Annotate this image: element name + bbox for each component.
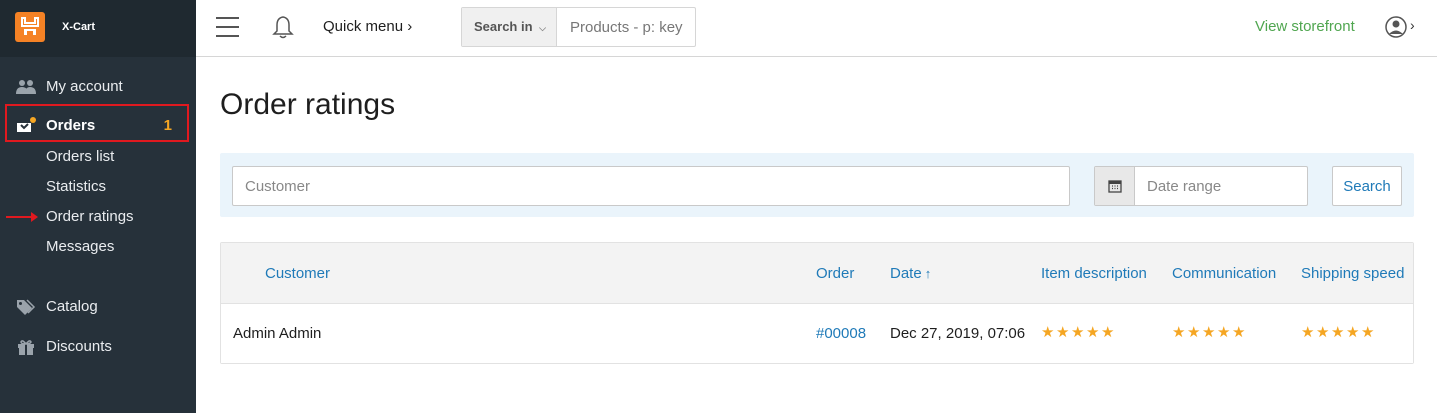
xcart-logo[interactable] — [15, 12, 45, 42]
gift-icon — [18, 340, 34, 355]
sidebar-subitem-messages[interactable]: Messages — [46, 238, 114, 255]
star-icon: ★ — [1056, 324, 1070, 341]
cell-order-link[interactable]: #00008 — [816, 325, 866, 342]
chevron-down-icon: ⌵ — [539, 23, 546, 33]
star-icon: ★ — [1202, 324, 1216, 341]
search-input[interactable]: Products - p: key — [570, 19, 683, 36]
sidebar-item-label: Discounts — [46, 338, 112, 355]
page-title: Order ratings — [220, 88, 396, 121]
cart-logo-icon — [21, 17, 39, 35]
column-header-date[interactable]: Date ↑ — [890, 265, 931, 282]
column-header-customer[interactable]: Customer — [265, 265, 330, 282]
menu-toggle-icon[interactable] — [216, 17, 239, 37]
top-bar: Quick menu › Search in ⌵ Products - p: ke… — [196, 0, 1437, 57]
quick-menu-label: Quick menu — [323, 18, 404, 35]
shipping-speed-rating: ★ ★ ★ ★ ★ — [1301, 324, 1375, 341]
star-icon: ★ — [1346, 324, 1360, 341]
current-page-arrow-icon — [6, 212, 38, 222]
communication-rating: ★ ★ ★ ★ ★ — [1172, 324, 1246, 341]
sidebar-item-my-account[interactable]: My account — [0, 72, 196, 102]
star-icon: ★ — [1086, 324, 1100, 341]
cell-customer: Admin Admin — [233, 325, 322, 342]
brand-header: X-Cart — [0, 0, 196, 57]
filter-panel: Customer Date range Search — [220, 153, 1414, 217]
sidebar-subitem-order-ratings[interactable]: Order ratings — [46, 208, 134, 225]
item-description-rating: ★ ★ ★ ★ ★ — [1041, 324, 1115, 341]
tags-icon — [17, 299, 36, 315]
date-range-input[interactable]: Date range — [1147, 178, 1221, 195]
star-icon: ★ — [1101, 324, 1115, 341]
star-icon: ★ — [1316, 324, 1330, 341]
search-in-label: Search in — [474, 19, 533, 34]
star-icon: ★ — [1172, 324, 1186, 341]
sidebar-item-label: Orders — [46, 117, 96, 134]
date-range-field: Date range — [1094, 166, 1308, 206]
sort-ascending-icon: ↑ — [924, 266, 932, 281]
sidebar-item-discounts[interactable]: Discounts — [0, 332, 196, 362]
star-icon: ★ — [1232, 324, 1246, 341]
star-icon: ★ — [1301, 324, 1315, 341]
star-icon: ★ — [1071, 324, 1085, 341]
table-header: Customer Order Date ↑ Item description Co… — [221, 243, 1413, 304]
bell-icon[interactable] — [272, 15, 294, 39]
quick-menu[interactable]: Quick menu › — [323, 18, 412, 35]
star-icon: ★ — [1331, 324, 1345, 341]
table-row: Admin Admin #00008 Dec 27, 2019, 07:06 ★… — [221, 304, 1413, 363]
calendar-icon — [1108, 180, 1122, 193]
sidebar-item-label: Catalog — [46, 298, 98, 315]
ratings-table: Customer Order Date ↑ Item description Co… — [220, 242, 1414, 364]
user-menu-chevron-icon[interactable]: › — [1410, 17, 1415, 33]
sidebar-subitem-orders-list[interactable]: Orders list — [46, 148, 114, 165]
star-icon: ★ — [1217, 324, 1231, 341]
search-in-dropdown[interactable]: Search in ⌵ — [462, 8, 557, 46]
sidebar-item-label: My account — [46, 78, 123, 95]
column-header-date-label: Date — [890, 265, 922, 282]
column-header-item-description[interactable]: Item description — [1041, 265, 1147, 282]
sidebar: X-Cart My account Orders 1 Orders list S… — [0, 0, 196, 413]
view-storefront-link[interactable]: View storefront — [1255, 18, 1355, 35]
cell-date: Dec 27, 2019, 07:06 — [890, 325, 1026, 342]
chevron-right-icon: › — [407, 18, 413, 35]
column-header-communication[interactable]: Communication — [1172, 265, 1276, 282]
star-icon: ★ — [1187, 324, 1201, 341]
customer-filter-input[interactable]: Customer — [232, 166, 1070, 206]
users-icon — [16, 80, 36, 94]
global-search: Search in ⌵ Products - p: key — [461, 7, 696, 47]
column-header-order[interactable]: Order — [816, 265, 854, 282]
column-header-shipping-speed[interactable]: Shipping speed — [1301, 265, 1404, 282]
orders-icon — [17, 117, 36, 132]
sidebar-item-catalog[interactable]: Catalog — [0, 292, 196, 322]
search-button[interactable]: Search — [1332, 166, 1402, 206]
calendar-button[interactable] — [1095, 167, 1135, 205]
star-icon: ★ — [1361, 324, 1375, 341]
brand-name: X-Cart — [62, 21, 96, 33]
orders-count-badge: 1 — [163, 117, 172, 134]
user-avatar-icon[interactable] — [1385, 16, 1407, 38]
sidebar-item-orders[interactable]: Orders 1 — [5, 104, 189, 142]
star-icon: ★ — [1041, 324, 1055, 341]
sidebar-subitem-statistics[interactable]: Statistics — [46, 178, 106, 195]
